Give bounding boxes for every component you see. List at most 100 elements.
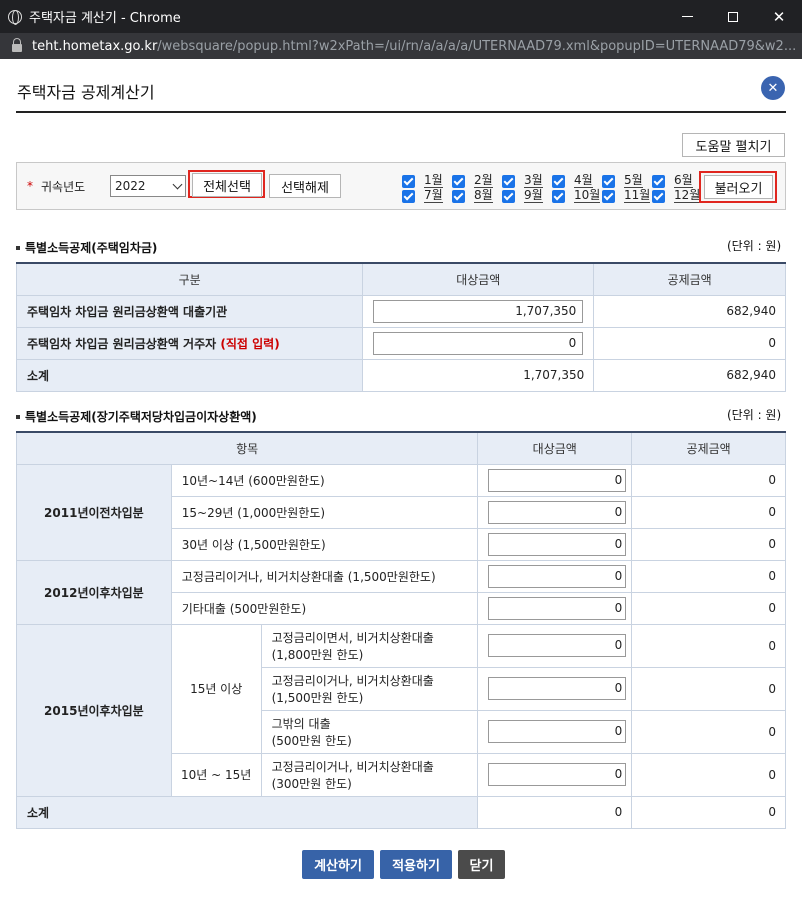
target-cell: 0 bbox=[477, 709, 633, 754]
checkbox-checked-icon[interactable] bbox=[652, 174, 665, 188]
close-icon: ✕ bbox=[772, 7, 786, 26]
rent-deduction-table: 구분 대상금액 공제금액 주택임차 차입금 원리금상환액 대출기관 1,707,… bbox=[15, 262, 786, 392]
address-bar[interactable]: teht.hometax.go.kr /websquare/popup.html… bbox=[0, 33, 802, 59]
month-label: 12월 bbox=[674, 188, 701, 203]
month-checkbox[interactable]: 9월 bbox=[502, 189, 543, 203]
col-header: 대상금액 bbox=[362, 262, 595, 296]
deduct-amount: 0 bbox=[631, 623, 786, 668]
checkbox-checked-icon[interactable] bbox=[552, 189, 565, 203]
checkbox-checked-icon[interactable] bbox=[602, 189, 615, 203]
month-checkbox[interactable]: 8월 bbox=[452, 189, 493, 203]
deduct-amount: 0 bbox=[631, 591, 786, 625]
month-checkbox[interactable]: 1월 bbox=[402, 174, 443, 188]
target-amount-input[interactable]: 0 bbox=[488, 763, 627, 786]
month-checkbox[interactable]: 3월 bbox=[502, 174, 543, 188]
year-select[interactable]: 2022 bbox=[110, 175, 186, 197]
url-path: /websquare/popup.html?w2xPath=/ui/rn/a/a… bbox=[157, 38, 797, 54]
deduct-amount: 0 bbox=[631, 559, 786, 593]
month-label: 8월 bbox=[474, 188, 493, 203]
target-amount-input[interactable]: 0 bbox=[488, 500, 627, 524]
section1-title-text: 특별소득공제(주택임차금) bbox=[25, 241, 158, 255]
col-header: 구분 bbox=[15, 262, 364, 296]
checkbox-checked-icon[interactable] bbox=[402, 174, 415, 188]
target-cell: 0 bbox=[477, 463, 633, 497]
subgroup-10-15y: 10년 ~ 15년 bbox=[170, 752, 262, 797]
month-label: 5월 bbox=[624, 173, 643, 188]
row-label-line1: 고정금리이거나, 비거치상환대출 bbox=[271, 673, 434, 688]
row-label-line2: (300만원 한도) bbox=[271, 776, 352, 791]
year-label: 귀속년도 bbox=[41, 180, 86, 194]
col-header: 공제금액 bbox=[631, 431, 786, 465]
target-cell: 0 bbox=[477, 527, 633, 561]
row-label: 고정금리이면서, 비거치상환대출 (1,800만원 한도) bbox=[260, 623, 479, 668]
subtotal-label: 소계 bbox=[15, 358, 364, 392]
checkbox-checked-icon[interactable] bbox=[652, 189, 665, 203]
target-amount-input[interactable]: 0 bbox=[488, 634, 627, 657]
url-host: teht.hometax.go.kr bbox=[32, 38, 158, 54]
year-value: 2022 bbox=[115, 179, 146, 193]
month-checkbox[interactable]: 10월 bbox=[552, 189, 601, 203]
checkbox-checked-icon[interactable] bbox=[452, 189, 465, 203]
row-label: 30년 이상 (1,500만원한도) bbox=[170, 527, 479, 561]
maximize-button[interactable] bbox=[710, 0, 756, 33]
month-label: 9월 bbox=[524, 188, 543, 203]
load-button[interactable]: 불러오기 bbox=[704, 175, 773, 199]
row-label-line1: 고정금리이거나, 비거치상환대출 bbox=[271, 759, 434, 774]
bullet-icon bbox=[16, 245, 20, 250]
col-header: 항목 bbox=[15, 431, 479, 465]
minimize-button[interactable] bbox=[664, 0, 710, 33]
deduct-amount: 0 bbox=[631, 495, 786, 529]
maximize-icon bbox=[728, 11, 738, 22]
deselect-all-button[interactable]: 선택해제 bbox=[269, 174, 341, 198]
month-checkbox[interactable]: 12월 bbox=[652, 188, 701, 203]
target-cell: 1,707,350 bbox=[362, 294, 595, 328]
table-row: 주택임차 차입금 원리금상환액 거주자 (직접 입력) 0 0 bbox=[15, 326, 786, 360]
month-checkbox[interactable]: 4월 bbox=[552, 174, 593, 188]
month-label: 4월 bbox=[574, 173, 593, 188]
checkbox-checked-icon[interactable] bbox=[552, 174, 565, 188]
window-close-button[interactable]: ✕ bbox=[756, 0, 802, 33]
month-checkbox[interactable]: 2월 bbox=[452, 174, 493, 188]
calculate-button[interactable]: 계산하기 bbox=[302, 850, 374, 879]
subtotal-label: 소계 bbox=[15, 795, 479, 829]
target-amount-input[interactable]: 0 bbox=[488, 720, 627, 743]
group-2012: 2012년이후차입분 bbox=[16, 559, 172, 625]
target-amount-input[interactable]: 1,707,350 bbox=[373, 299, 584, 323]
checkbox-checked-icon[interactable] bbox=[502, 189, 515, 203]
target-amount-input[interactable]: 0 bbox=[373, 331, 584, 355]
checkbox-checked-icon[interactable] bbox=[402, 189, 415, 203]
deduct-amount: 0 bbox=[593, 326, 786, 360]
popup-close-button[interactable]: ✕ bbox=[761, 76, 785, 100]
table-row: 주택임차 차입금 원리금상환액 대출기관 1,707,350 682,940 bbox=[15, 294, 786, 328]
row-label-line2: (1,800만원 한도) bbox=[271, 647, 364, 662]
month-label: 6월 bbox=[674, 173, 693, 188]
checkbox-checked-icon[interactable] bbox=[452, 174, 465, 188]
apply-button[interactable]: 적용하기 bbox=[380, 850, 452, 879]
target-amount-input[interactable]: 0 bbox=[488, 677, 627, 700]
target-cell: 0 bbox=[477, 752, 633, 797]
deduct-amount: 682,940 bbox=[593, 294, 786, 328]
month-checkbox[interactable]: 7월 bbox=[402, 189, 443, 203]
month-checkbox[interactable]: 5월 bbox=[602, 174, 643, 188]
target-cell: 0 bbox=[477, 666, 633, 711]
target-amount-input[interactable]: 0 bbox=[488, 564, 627, 588]
subtotal-target: 0 bbox=[477, 795, 633, 829]
deduct-amount: 0 bbox=[631, 752, 786, 797]
month-checkbox[interactable]: 11월 bbox=[602, 189, 651, 203]
target-amount-input[interactable]: 0 bbox=[488, 532, 627, 556]
close-button[interactable]: 닫기 bbox=[458, 850, 505, 879]
table-row: 소계 1,707,350 682,940 bbox=[15, 358, 786, 392]
target-cell: 0 bbox=[477, 559, 633, 593]
select-all-button[interactable]: 전체선택 bbox=[192, 173, 262, 197]
group-2015: 2015년이후차입분 bbox=[16, 623, 172, 797]
help-expand-button[interactable]: 도움말 펼치기 bbox=[682, 133, 785, 157]
checkbox-checked-icon[interactable] bbox=[502, 174, 515, 188]
row-label-line2: (500만원 한도) bbox=[271, 733, 352, 748]
target-amount-input[interactable]: 0 bbox=[488, 596, 627, 620]
direct-input-note: (직접 입력) bbox=[220, 336, 280, 351]
target-amount-input[interactable]: 0 bbox=[488, 468, 627, 492]
subtotal-deduct: 682,940 bbox=[593, 358, 786, 392]
checkbox-checked-icon[interactable] bbox=[602, 174, 615, 188]
row-label: 고정금리이거나, 비거치상환대출 (300만원 한도) bbox=[260, 752, 479, 797]
month-checkbox[interactable]: 6월 bbox=[652, 174, 693, 188]
